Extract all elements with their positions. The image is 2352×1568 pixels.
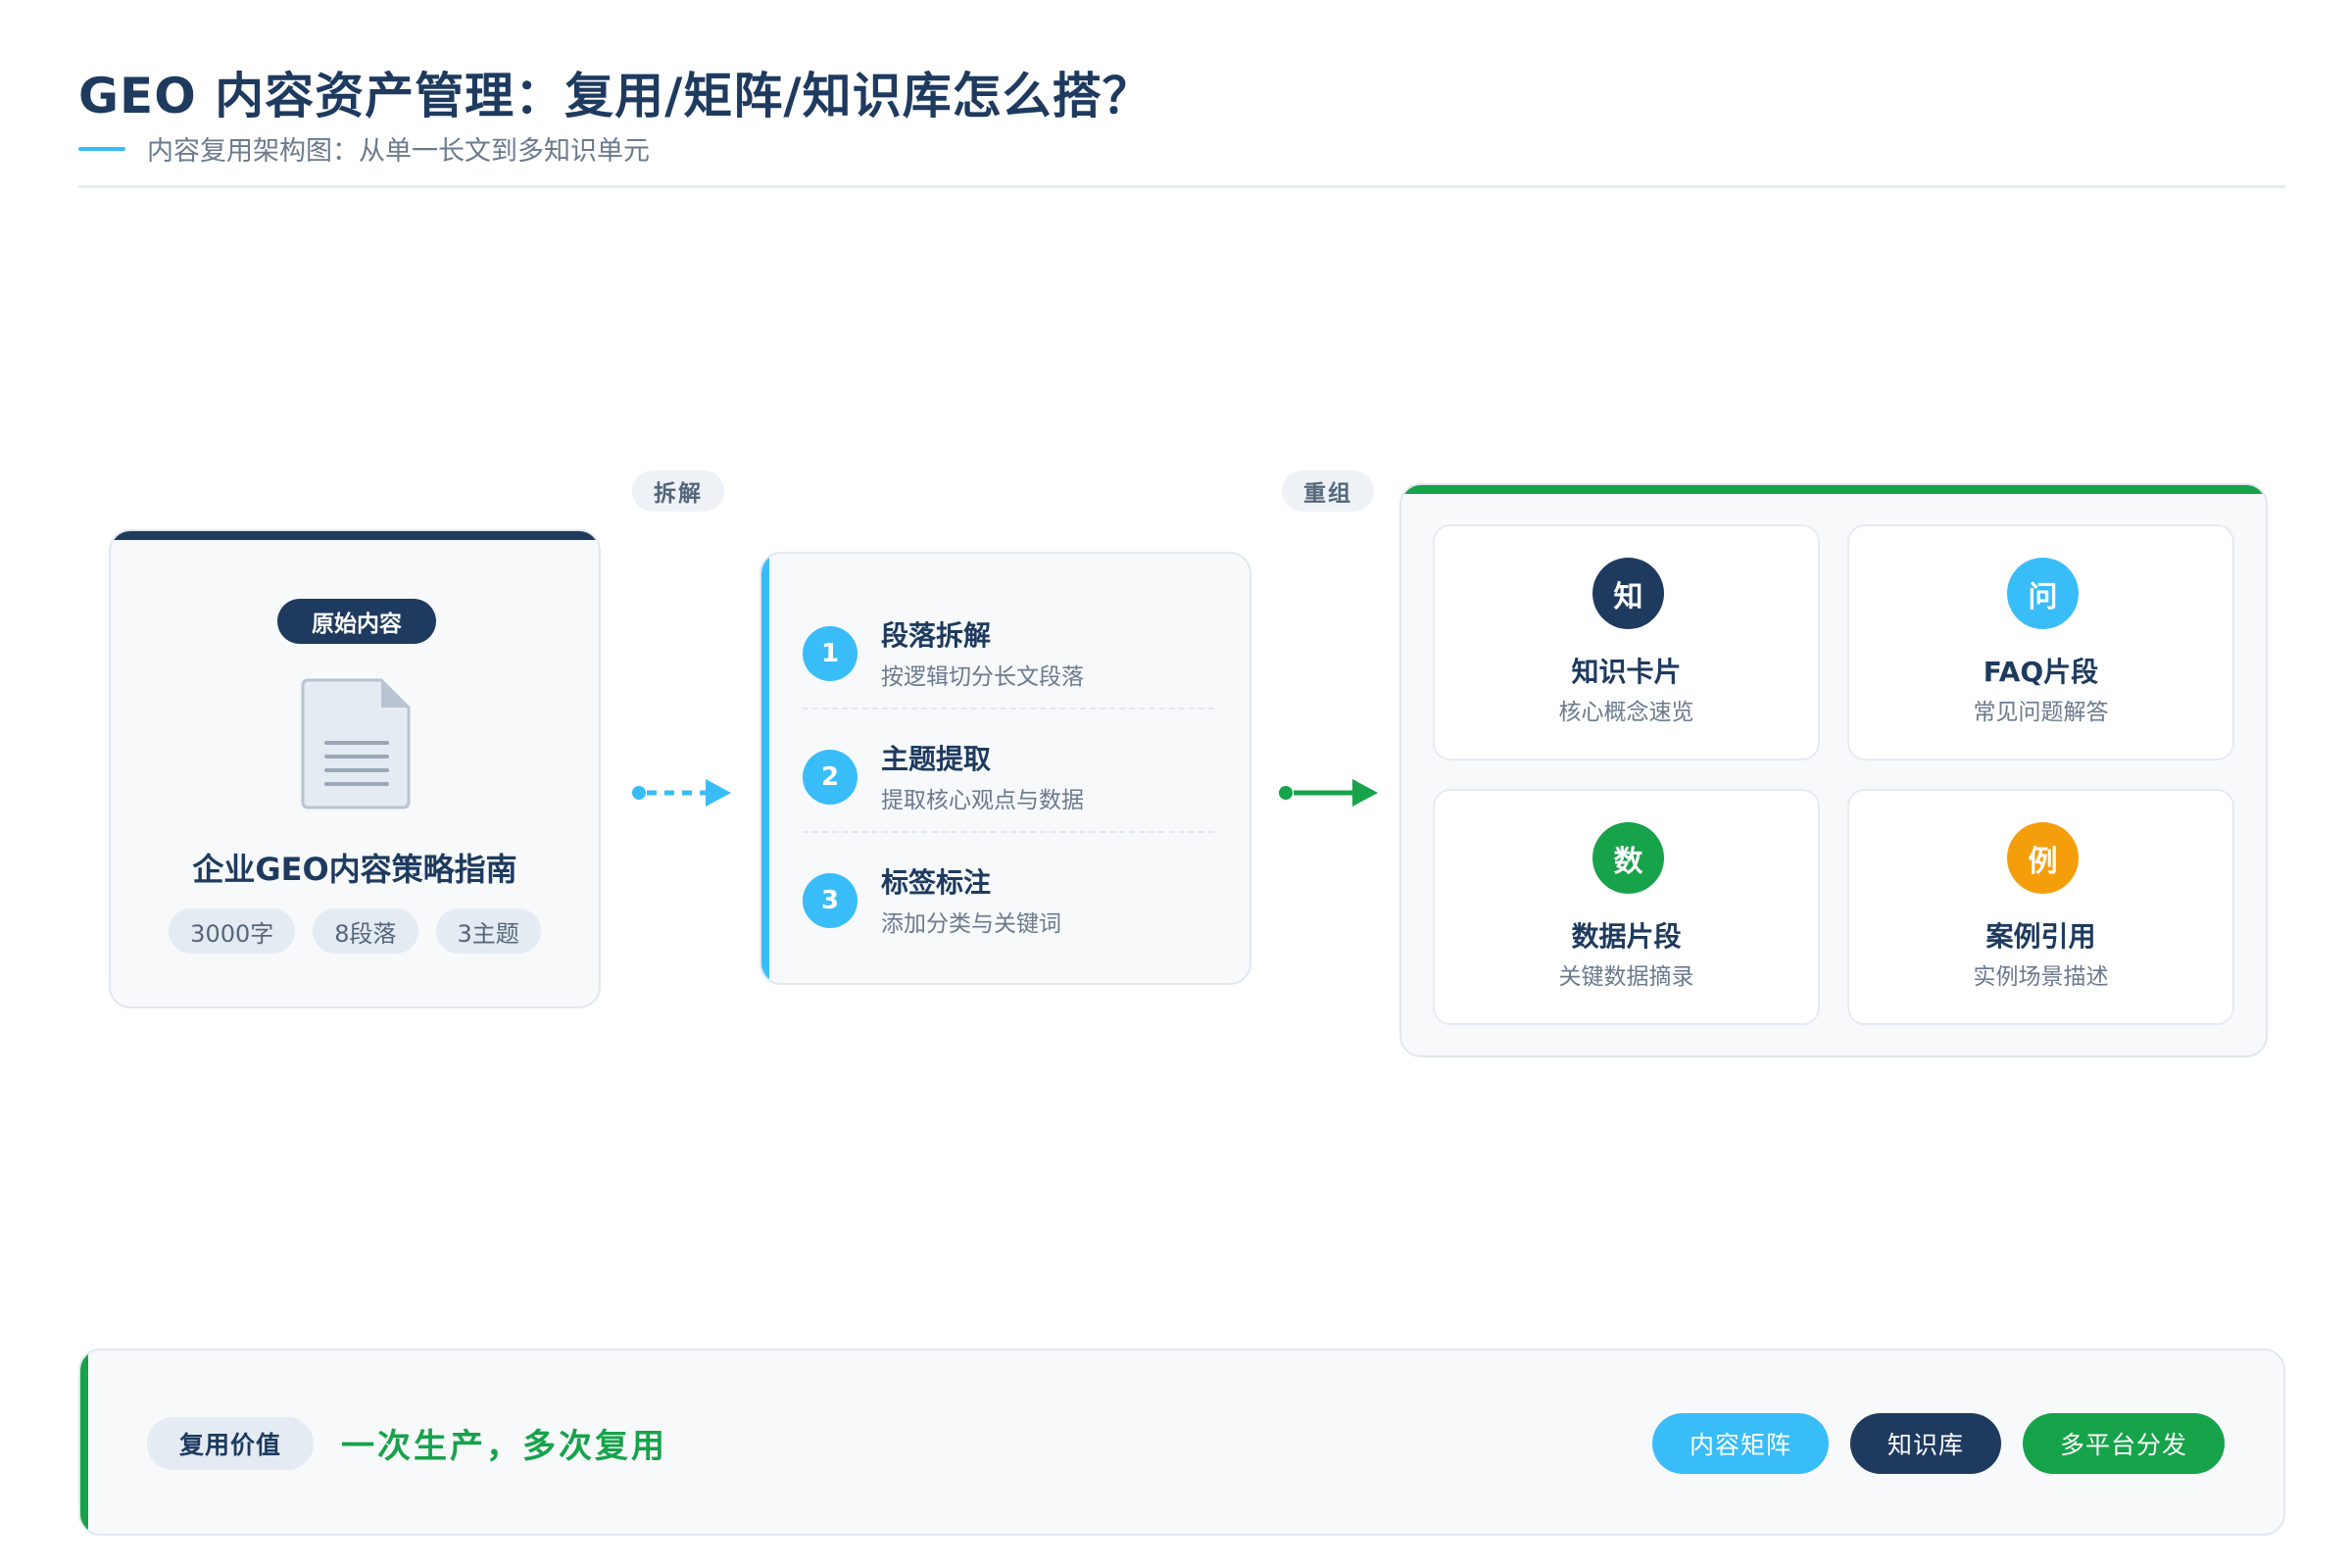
step-number-badge: 3 (803, 873, 858, 928)
value-tag: 复用价值 (147, 1417, 314, 1470)
unit-card-case: 例 案例引用 实例场景描述 (1847, 789, 2234, 1025)
step-item-2: 2 主题提取 提取核心观点与数据 (803, 738, 1214, 826)
source-stats: 3000字 8段落 3主题 (111, 908, 599, 954)
flow-label-recombine: 重组 (1282, 470, 1374, 512)
unit-title: 知识卡片 (1571, 656, 1682, 688)
source-card-topbar (111, 531, 599, 540)
value-bar-accent (80, 1350, 88, 1534)
document-icon (301, 678, 411, 809)
content-matrix-button[interactable]: 内容矩阵 (1651, 1413, 1829, 1474)
source-content-card: 原始内容 企业GEO内容策略指南 3000字 8段落 3主题 (109, 529, 601, 1008)
knowledge-card-icon: 知 (1592, 558, 1664, 629)
unit-desc: 核心概念速览 (1558, 700, 1694, 725)
source-doc-title: 企业GEO内容策略指南 (192, 851, 517, 888)
knowledge-units-card: 知 知识卡片 核心概念速览 问 FAQ片段 常见问题解答 数 数据片段 关键数据… (1399, 483, 2268, 1057)
split-steps-card: 1 段落拆解 按逻辑切分长文段落 2 主题提取 提取核心观点与数据 3 标签标注… (760, 552, 1251, 985)
unit-card-data: 数 数据片段 关键数据摘录 (1433, 789, 1820, 1025)
knowledge-base-button[interactable]: 知识库 (1849, 1413, 2001, 1474)
units-card-topbar (1401, 485, 2266, 494)
solid-arrow-icon (1279, 779, 1378, 807)
step-item-1: 1 段落拆解 按逻辑切分长文段落 (803, 614, 1214, 703)
case-citation-icon: 例 (2007, 822, 2079, 894)
stat-chip-words: 3000字 (169, 908, 296, 954)
unit-title: 案例引用 (1985, 920, 2096, 953)
faq-icon: 问 (2007, 558, 2079, 629)
steps-card-accent (761, 554, 769, 983)
step-title: 主题提取 (881, 743, 992, 775)
unit-desc: 实例场景描述 (1973, 964, 2109, 990)
page-subtitle: 内容复用架构图：从单一长文到多知识单元 (78, 129, 650, 168)
step-item-3: 3 标签标注 添加分类与关键词 (803, 861, 1214, 950)
step-desc: 按逻辑切分长文段落 (881, 664, 1084, 690)
unit-desc: 常见问题解答 (1973, 700, 2109, 725)
step-number-badge: 1 (803, 626, 858, 681)
step-title: 标签标注 (881, 866, 992, 899)
step-divider (803, 708, 1214, 710)
source-badge: 原始内容 (277, 599, 436, 644)
dashed-arrow-icon (632, 779, 731, 807)
page-title: GEO 内容资产管理：复用/矩阵/知识库怎么搭？ (78, 68, 1152, 124)
unit-title: 数据片段 (1571, 920, 1682, 953)
step-divider (803, 831, 1214, 833)
subtitle-accent-line (78, 146, 125, 151)
value-button-row: 内容矩阵 知识库 多平台分发 (1651, 1413, 2225, 1474)
subtitle-text: 内容复用架构图：从单一长文到多知识单元 (147, 136, 650, 167)
unit-card-faq: 问 FAQ片段 常见问题解答 (1847, 524, 2234, 760)
stat-chip-topics: 3主题 (435, 908, 541, 954)
data-snippet-icon: 数 (1592, 822, 1664, 894)
step-desc: 提取核心观点与数据 (881, 788, 1084, 813)
step-number-badge: 2 (803, 750, 858, 805)
reuse-value-bar: 复用价值 一次生产，多次复用 内容矩阵 知识库 多平台分发 (78, 1348, 2285, 1536)
step-desc: 添加分类与关键词 (881, 911, 1061, 937)
unit-title: FAQ片段 (1983, 656, 2099, 688)
value-slogan: 一次生产，多次复用 (341, 1427, 667, 1466)
flow-label-split: 拆解 (632, 470, 724, 512)
step-title: 段落拆解 (881, 619, 992, 652)
unit-card-knowledge: 知 知识卡片 核心概念速览 (1433, 524, 1820, 760)
stat-chip-paragraphs: 8段落 (313, 908, 418, 954)
multi-platform-button[interactable]: 多平台分发 (2022, 1413, 2225, 1474)
unit-desc: 关键数据摘录 (1558, 964, 1694, 990)
header-divider (78, 185, 2285, 188)
